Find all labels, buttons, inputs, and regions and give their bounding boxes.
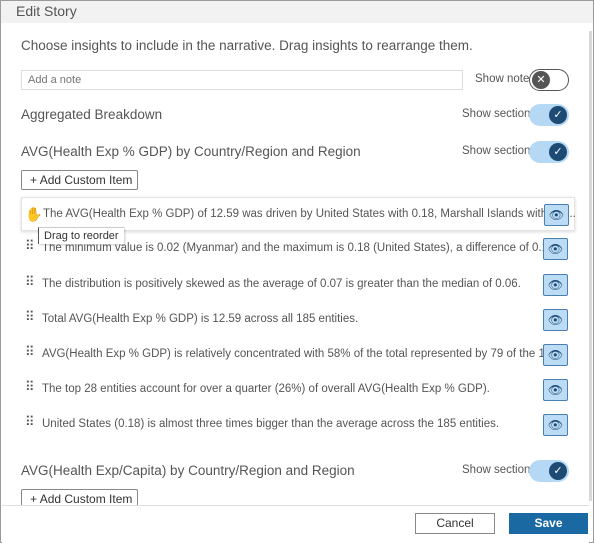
- dialog-title: Edit Story: [16, 3, 77, 19]
- check-icon: ✓: [549, 462, 567, 480]
- eye-icon[interactable]: 👁: [543, 274, 568, 296]
- footer: [2, 506, 589, 543]
- check-icon: ✓: [549, 106, 567, 124]
- drag-handle-icon[interactable]: ⠿: [25, 275, 35, 288]
- show-section-toggle[interactable]: ✓: [529, 104, 569, 126]
- drag-handle-icon[interactable]: ⠿: [25, 380, 35, 393]
- insight-item[interactable]: ⠿ The top 28 entities account for over a …: [21, 373, 575, 407]
- show-section-label: Show section: [462, 464, 531, 476]
- show-note-label: Show note: [475, 73, 530, 85]
- save-button[interactable]: Save: [509, 513, 588, 534]
- show-section-label: Show section: [462, 145, 531, 157]
- add-custom-item-button[interactable]: + Add Custom Item: [21, 170, 138, 190]
- insight-item[interactable]: ⠿ AVG(Health Exp % GDP) is relatively con…: [21, 338, 575, 372]
- check-icon: ✓: [549, 143, 567, 161]
- plus-icon: +: [30, 173, 40, 187]
- eye-icon[interactable]: 👁: [543, 344, 568, 366]
- insight-item[interactable]: ⠿ Total AVG(Health Exp % GDP) is 12.59 ac…: [21, 303, 575, 337]
- tooltip: Drag to reorder: [38, 227, 124, 244]
- show-note-toggle[interactable]: ✕: [529, 69, 569, 91]
- show-section-toggle[interactable]: ✓: [529, 141, 569, 163]
- insight-item[interactable]: ⠿ The distribution is positively skewed a…: [21, 268, 575, 302]
- drag-handle-icon[interactable]: ⠿: [25, 310, 35, 323]
- note-input[interactable]: [21, 70, 463, 90]
- section-title: AVG(Health Exp/Capita) by Country/Region…: [21, 463, 355, 478]
- eye-icon[interactable]: 👁: [544, 204, 569, 226]
- drag-handle-icon[interactable]: ⠿: [25, 415, 35, 428]
- section-title: AVG(Health Exp % GDP) by Country/Region …: [21, 144, 361, 159]
- plus-icon: +: [30, 492, 40, 506]
- eye-icon[interactable]: 👁: [543, 309, 568, 331]
- insight-item[interactable]: ✋ The AVG(Health Exp % GDP) of 12.59 was …: [21, 197, 576, 231]
- show-section-label: Show section: [462, 108, 531, 120]
- eye-icon[interactable]: 👁: [543, 379, 568, 401]
- scrollbar[interactable]: [589, 31, 592, 501]
- section-title: Aggregated Breakdown: [21, 107, 163, 122]
- instructions: Choose insights to include in the narrat…: [21, 38, 473, 53]
- edit-story-dialog: Edit Story Choose insights to include in…: [0, 0, 594, 543]
- eye-icon[interactable]: 👁: [543, 414, 568, 436]
- cancel-button[interactable]: Cancel: [415, 513, 495, 534]
- add-custom-item-button[interactable]: + Add Custom Item: [21, 489, 138, 506]
- close-icon: ✕: [532, 71, 550, 89]
- title-bar: Edit Story: [1, 1, 593, 23]
- show-section-toggle[interactable]: ✓: [529, 460, 569, 482]
- eye-icon[interactable]: 👁: [543, 238, 568, 260]
- hand-grab-icon[interactable]: ✋: [25, 207, 42, 221]
- drag-handle-icon[interactable]: ⠿: [25, 239, 35, 252]
- drag-handle-icon[interactable]: ⠿: [25, 345, 35, 358]
- insight-item[interactable]: ⠿ United States (0.18) is almost three ti…: [21, 408, 575, 442]
- footer-divider: [2, 505, 589, 506]
